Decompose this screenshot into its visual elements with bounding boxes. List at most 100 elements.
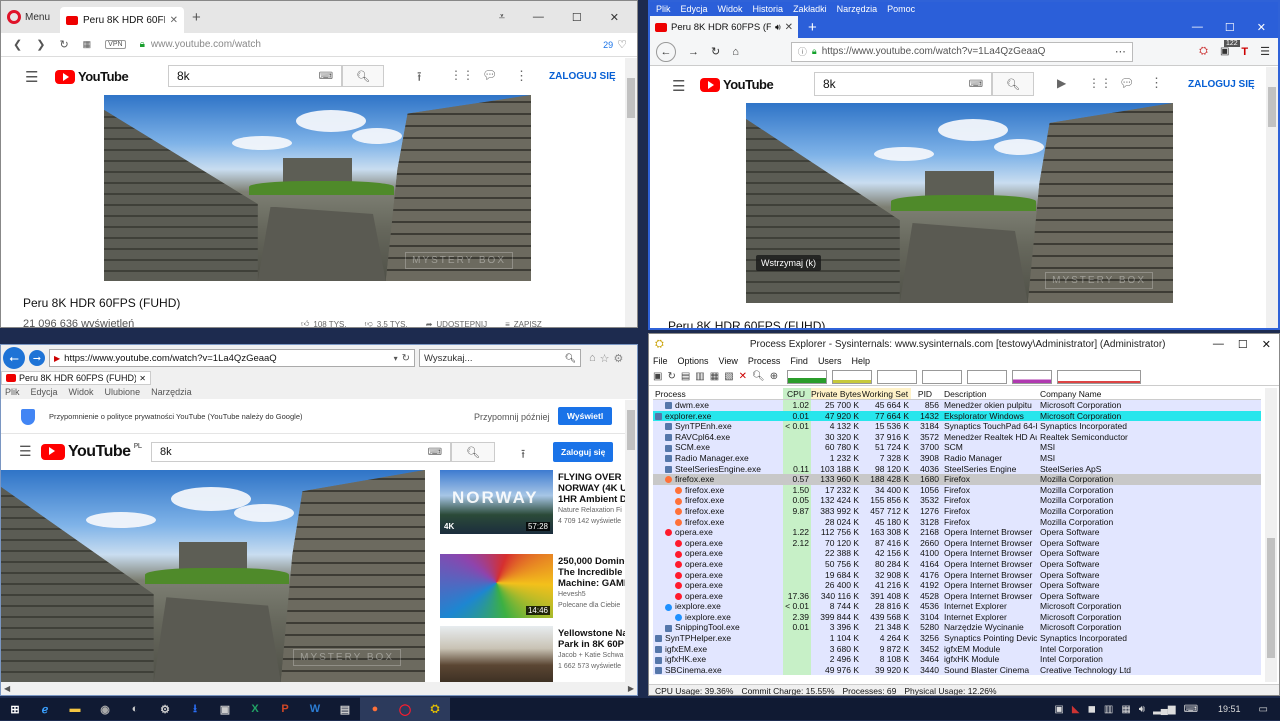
upload-icon[interactable]: ⭱ [417, 68, 422, 90]
opera-url[interactable]: www.youtube.com/watch [151, 39, 589, 50]
home-icon[interactable]: ⌂ [589, 352, 596, 364]
search-button[interactable]: 🔍︎ [992, 72, 1034, 96]
back-icon[interactable]: ← [656, 41, 676, 62]
maximize-icon[interactable]: ☐ [572, 11, 582, 24]
keyboard-lang-icon[interactable]: ⌨ [1184, 704, 1198, 715]
col-cpu[interactable]: CPU [783, 388, 811, 399]
kill-process-icon[interactable]: ✕ [739, 371, 747, 382]
col-description[interactable]: Description [941, 388, 1037, 399]
messages-icon[interactable]: 💬︎ [1119, 76, 1134, 90]
notifications-icon[interactable]: ▭ [1259, 704, 1268, 715]
translate-icon[interactable]: T [1241, 46, 1248, 58]
table-row[interactable]: firefox.exe 0.57 133 960 K 188 428 K 1680 Fir… [653, 474, 1261, 485]
table-row[interactable]: firefox.exe 28 024 K 45 180 K 3128 Firefox Mo… [653, 516, 1261, 528]
create-video-icon[interactable]: ▶︎ [1057, 76, 1066, 90]
tray-icon[interactable]: ▥ [1104, 704, 1113, 715]
menu-file[interactable]: File [653, 356, 668, 366]
ie-tab[interactable]: Peru 8K HDR 60FPS (FUHD) ... ✕ [1, 371, 151, 385]
table-row[interactable]: firefox.exe 1.50 17 232 K 34 400 K 1056 Firef… [653, 484, 1261, 496]
table-row[interactable]: opera.exe 26 400 K 41 216 K 4192 Opera Inter… [653, 580, 1261, 591]
tab-close-icon[interactable]: ✕ [785, 22, 793, 33]
cpu-graph[interactable] [787, 369, 828, 384]
properties-icon[interactable]: ▧ [724, 371, 733, 382]
scroll-right-icon[interactable]: ▶ [628, 684, 634, 693]
back-icon[interactable]: ❮ [13, 38, 22, 51]
search-icon[interactable]: 🔍︎ [565, 353, 576, 364]
menu-find[interactable]: Find [790, 356, 808, 366]
extension-badge[interactable]: ▣ 122 [1220, 40, 1240, 57]
firefox-urlbar[interactable]: ⓘ 🔒︎ https://www.youtube.com/watch?v=1La… [790, 41, 1133, 62]
col-working-set[interactable]: Working Set [861, 388, 911, 399]
info-icon[interactable]: ⓘ [798, 45, 807, 58]
tray-icon[interactable]: ▣ [1054, 704, 1063, 715]
new-tab-icon[interactable]: + [808, 19, 817, 36]
keyboard-icon[interactable]: ⌨ [969, 79, 983, 90]
firefox-scrollbar[interactable] [1266, 67, 1278, 328]
forward-icon[interactable]: ❯ [36, 38, 45, 51]
col-process[interactable]: Process [653, 388, 783, 399]
ie-urlbar[interactable]: ▶︎ https://www.youtube.com/watch?v=1La4Q… [49, 349, 415, 367]
minimize-icon[interactable]: — [533, 11, 544, 23]
remind-later-button[interactable]: Przypomnij później [474, 412, 550, 422]
hamburger-icon[interactable]: ☰ [672, 77, 685, 95]
start-windows-icon[interactable]: ⊞ [0, 697, 30, 721]
tools-gear-icon[interactable]: ⚙ [614, 352, 624, 365]
menu-view[interactable]: View [719, 356, 738, 366]
ie-scrollbar[interactable] [625, 400, 637, 682]
target-icon[interactable]: ⊕ [770, 371, 778, 382]
video-player[interactable]: Wstrzymaj (k) MYSTERY BOX [746, 103, 1173, 303]
address-dropdown-icon[interactable]: ▾ [394, 354, 398, 363]
apps-grid-icon[interactable]: ⋮⋮ [1088, 76, 1112, 90]
table-row[interactable]: Radio Manager.exe 1 232 K 7 328 K 3908 Radio… [653, 452, 1261, 464]
menu-edit[interactable]: Edycja [31, 387, 58, 397]
lower-pane-icon[interactable]: ▦ [710, 371, 719, 382]
refresh-icon[interactable]: ↻ [667, 371, 675, 382]
opera-scrollbar[interactable] [625, 58, 637, 327]
menu-help[interactable]: Pomoc [887, 4, 915, 14]
save-button[interactable]: ≡ ZAPISZ [505, 320, 542, 328]
table-row[interactable]: SnippingTool.exe 0.01 3 396 K 21 348 K 5280 N… [653, 622, 1261, 634]
minimize-icon[interactable]: — [1192, 21, 1203, 33]
taskbar-opera-icon[interactable]: ◯ [390, 697, 420, 721]
table-row[interactable]: opera.exe 2.12 70 120 K 87 416 K 2660 Opera I… [653, 537, 1261, 549]
search-button[interactable]: 🔍︎ [451, 442, 495, 462]
opera-tab[interactable]: Peru 8K HDR 60FPS (FUHD ✕ [60, 7, 185, 33]
search-input[interactable]: 8k ⌨ [814, 72, 992, 96]
ie-search-box[interactable]: Wyszukaj... 🔍︎ [419, 349, 581, 367]
io-graph[interactable] [877, 369, 918, 384]
list-item[interactable]: NORWAY 4K 57:28 FLYING OVER NORWAY (4K U… [440, 470, 628, 534]
firefox-menu-icon[interactable]: ☰ [1260, 45, 1270, 58]
favorites-star-icon[interactable]: ☆ [600, 352, 610, 365]
keyboard-icon[interactable]: ⌨ [319, 71, 333, 82]
disk-graph[interactable] [967, 369, 1008, 384]
tree-view-icon[interactable]: ▥ [695, 371, 704, 382]
video-player[interactable]: MYSTERY BOX [104, 95, 531, 281]
table-row[interactable]: opera.exe 1.22 112 756 K 163 308 K 2168 Opera… [653, 527, 1261, 538]
commit-graph[interactable] [832, 369, 873, 384]
taskbar-ie-icon[interactable]: ℯ [30, 697, 60, 721]
ie-hscrollbar[interactable]: ◀ ▶ [1, 682, 637, 695]
taskbar-procexp-icon[interactable]: ⛭ [420, 697, 450, 721]
tab-menu-icon[interactable]: ⩡ [499, 11, 505, 24]
menu-tools[interactable]: Narzędzia [837, 4, 878, 14]
youtube-logo[interactable]: YouTube [55, 69, 129, 84]
dislike-button[interactable]: 👎︎ 3,5 TYS. [365, 319, 408, 327]
search-button[interactable]: 🔍︎ [342, 65, 384, 87]
maximize-icon[interactable]: ☐ [1238, 338, 1248, 351]
youtube-logo[interactable]: YouTube PL [41, 443, 142, 461]
back-icon[interactable]: ⭠ [3, 347, 25, 369]
forward-icon[interactable]: ⭢ [29, 350, 45, 366]
table-row[interactable]: igfxHK.exe 2 496 K 8 108 K 3464 igfxHK Modul… [653, 654, 1261, 665]
new-tab-icon[interactable]: + [192, 9, 201, 26]
menu-process[interactable]: Process [748, 356, 781, 366]
find-icon[interactable]: 🔍︎ [752, 371, 765, 382]
network-icon[interactable]: ▂▄▆ [1153, 704, 1175, 715]
list-item[interactable]: Yellowstone Nat Park in 8K 60P ( Jacob +… [440, 626, 628, 682]
table-row[interactable]: firefox.exe 9.87 383 992 K 457 712 K 1276 Fir… [653, 505, 1261, 517]
table-row[interactable]: opera.exe 50 756 K 80 284 K 4164 Opera Inter… [653, 558, 1261, 570]
keyboard-icon[interactable]: ⌨ [428, 447, 442, 458]
taskbar-powerpoint-icon[interactable]: P [270, 697, 300, 721]
extension-icon[interactable]: ⛭ [1199, 45, 1208, 58]
table-row[interactable]: SynTPEnh.exe < 0.01 4 132 K 15 536 K 3184 Syn… [653, 421, 1261, 432]
system-info-icon[interactable]: ▤ [681, 371, 690, 382]
